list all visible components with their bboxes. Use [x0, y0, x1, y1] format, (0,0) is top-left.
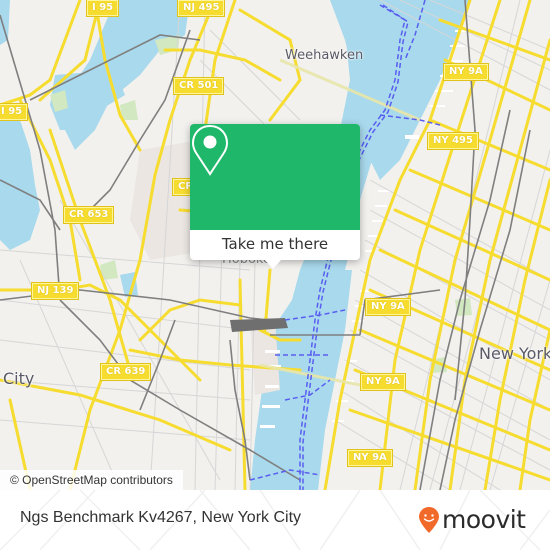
- take-me-there-button[interactable]: Take me there: [190, 230, 360, 260]
- road-shield-cr639: CR 639: [99, 363, 152, 381]
- brand-name: moovit: [442, 505, 526, 534]
- road-shield-ny9a-3: NY 9A: [347, 449, 393, 467]
- map-view[interactable]: Weehawken New York City Hoboken I 95 NJ …: [0, 0, 550, 490]
- location-popup: Take me there: [190, 124, 360, 260]
- road-shield-ny9a-north: NY 9A: [443, 63, 489, 81]
- popup-arrow: [265, 260, 281, 269]
- road-shield-i95: I 95: [85, 0, 120, 17]
- footer-bar: Ngs Benchmark Kv4267, New York City moov…: [0, 490, 550, 550]
- road-shield-cr501: CR 501: [172, 77, 225, 95]
- place-label-city: City: [3, 369, 35, 388]
- map-pin-icon: [191, 124, 229, 176]
- road-shield-nj139: NJ 139: [30, 282, 80, 300]
- road-shield-cr653: CR 653: [62, 206, 115, 224]
- road-shield-ny495: NY 495: [427, 132, 479, 150]
- popup-header[interactable]: [190, 124, 360, 230]
- road-shield-ny9a-2: NY 9A: [360, 373, 406, 391]
- place-title: Ngs Benchmark Kv4267, New York City: [20, 509, 302, 526]
- road-shield-ny9a-1: NY 9A: [365, 298, 411, 316]
- map-attribution[interactable]: © OpenStreetMap contributors: [0, 470, 183, 490]
- moovit-smiley-pin-icon: [419, 507, 439, 533]
- place-label-weehawken: Weehawken: [285, 48, 364, 63]
- place-label-new-york: New York: [479, 344, 550, 363]
- attribution-text: © OpenStreetMap contributors: [10, 473, 173, 487]
- moovit-logo[interactable]: moovit: [418, 504, 526, 536]
- road-shield-i95-west: I 95: [0, 103, 29, 121]
- road-shield-nj495: NJ 495: [176, 0, 226, 17]
